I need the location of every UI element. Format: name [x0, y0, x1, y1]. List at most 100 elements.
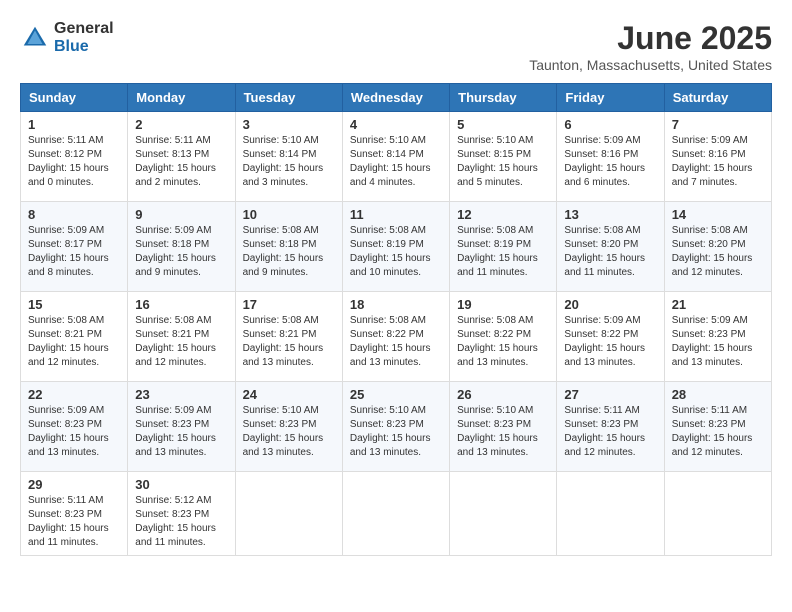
- day-number: 1: [28, 117, 120, 132]
- calendar-cell: 17 Sunrise: 5:08 AM Sunset: 8:21 PM Dayl…: [235, 292, 342, 382]
- day-number: 17: [243, 297, 335, 312]
- day-number: 6: [564, 117, 656, 132]
- day-info: Sunrise: 5:08 AM Sunset: 8:22 PM Dayligh…: [457, 314, 549, 370]
- day-info: Sunrise: 5:11 AM Sunset: 8:23 PM Dayligh…: [672, 404, 764, 460]
- day-info: Sunrise: 5:11 AM Sunset: 8:23 PM Dayligh…: [28, 494, 120, 550]
- day-number: 9: [135, 207, 227, 222]
- logo: General Blue: [20, 20, 114, 55]
- day-number: 4: [350, 117, 442, 132]
- calendar-cell: 16 Sunrise: 5:08 AM Sunset: 8:21 PM Dayl…: [128, 292, 235, 382]
- day-info: Sunrise: 5:08 AM Sunset: 8:18 PM Dayligh…: [243, 224, 335, 280]
- day-number: 20: [564, 297, 656, 312]
- day-info: Sunrise: 5:11 AM Sunset: 8:12 PM Dayligh…: [28, 134, 120, 190]
- calendar-cell: 6 Sunrise: 5:09 AM Sunset: 8:16 PM Dayli…: [557, 112, 664, 202]
- day-number: 29: [28, 477, 120, 492]
- calendar-cell: 1 Sunrise: 5:11 AM Sunset: 8:12 PM Dayli…: [21, 112, 128, 202]
- day-info: Sunrise: 5:09 AM Sunset: 8:16 PM Dayligh…: [672, 134, 764, 190]
- day-info: Sunrise: 5:09 AM Sunset: 8:23 PM Dayligh…: [28, 404, 120, 460]
- calendar-cell: 23 Sunrise: 5:09 AM Sunset: 8:23 PM Dayl…: [128, 382, 235, 472]
- day-number: 8: [28, 207, 120, 222]
- day-info: Sunrise: 5:08 AM Sunset: 8:21 PM Dayligh…: [28, 314, 120, 370]
- calendar-cell: 19 Sunrise: 5:08 AM Sunset: 8:22 PM Dayl…: [450, 292, 557, 382]
- day-number: 18: [350, 297, 442, 312]
- day-info: Sunrise: 5:08 AM Sunset: 8:19 PM Dayligh…: [350, 224, 442, 280]
- calendar-cell: [557, 472, 664, 556]
- day-info: Sunrise: 5:10 AM Sunset: 8:14 PM Dayligh…: [350, 134, 442, 190]
- calendar-cell: 13 Sunrise: 5:08 AM Sunset: 8:20 PM Dayl…: [557, 202, 664, 292]
- weekday-header-monday: Monday: [128, 84, 235, 112]
- day-number: 19: [457, 297, 549, 312]
- calendar-cell: [664, 472, 771, 556]
- calendar-cell: 14 Sunrise: 5:08 AM Sunset: 8:20 PM Dayl…: [664, 202, 771, 292]
- day-info: Sunrise: 5:10 AM Sunset: 8:15 PM Dayligh…: [457, 134, 549, 190]
- page-container: General Blue June 2025 Taunton, Massachu…: [20, 20, 772, 556]
- weekday-header-wednesday: Wednesday: [342, 84, 449, 112]
- day-info: Sunrise: 5:08 AM Sunset: 8:19 PM Dayligh…: [457, 224, 549, 280]
- day-info: Sunrise: 5:10 AM Sunset: 8:23 PM Dayligh…: [350, 404, 442, 460]
- month-title: June 2025: [529, 20, 772, 57]
- calendar-cell: 7 Sunrise: 5:09 AM Sunset: 8:16 PM Dayli…: [664, 112, 771, 202]
- calendar-table: SundayMondayTuesdayWednesdayThursdayFrid…: [20, 83, 772, 556]
- calendar-week-row: 1 Sunrise: 5:11 AM Sunset: 8:12 PM Dayli…: [21, 112, 772, 202]
- day-info: Sunrise: 5:08 AM Sunset: 8:20 PM Dayligh…: [672, 224, 764, 280]
- day-info: Sunrise: 5:10 AM Sunset: 8:14 PM Dayligh…: [243, 134, 335, 190]
- calendar-cell: 5 Sunrise: 5:10 AM Sunset: 8:15 PM Dayli…: [450, 112, 557, 202]
- calendar-cell: [235, 472, 342, 556]
- day-info: Sunrise: 5:09 AM Sunset: 8:18 PM Dayligh…: [135, 224, 227, 280]
- day-info: Sunrise: 5:08 AM Sunset: 8:21 PM Dayligh…: [135, 314, 227, 370]
- day-number: 21: [672, 297, 764, 312]
- weekday-header-friday: Friday: [557, 84, 664, 112]
- day-number: 14: [672, 207, 764, 222]
- day-number: 3: [243, 117, 335, 132]
- day-number: 2: [135, 117, 227, 132]
- day-number: 30: [135, 477, 227, 492]
- weekday-header-sunday: Sunday: [21, 84, 128, 112]
- day-info: Sunrise: 5:12 AM Sunset: 8:23 PM Dayligh…: [135, 494, 227, 550]
- calendar-cell: 22 Sunrise: 5:09 AM Sunset: 8:23 PM Dayl…: [21, 382, 128, 472]
- day-number: 12: [457, 207, 549, 222]
- calendar-cell: 18 Sunrise: 5:08 AM Sunset: 8:22 PM Dayl…: [342, 292, 449, 382]
- calendar-cell: 28 Sunrise: 5:11 AM Sunset: 8:23 PM Dayl…: [664, 382, 771, 472]
- day-info: Sunrise: 5:11 AM Sunset: 8:23 PM Dayligh…: [564, 404, 656, 460]
- calendar-cell: 26 Sunrise: 5:10 AM Sunset: 8:23 PM Dayl…: [450, 382, 557, 472]
- calendar-week-row: 22 Sunrise: 5:09 AM Sunset: 8:23 PM Dayl…: [21, 382, 772, 472]
- calendar-cell: [450, 472, 557, 556]
- calendar-cell: 25 Sunrise: 5:10 AM Sunset: 8:23 PM Dayl…: [342, 382, 449, 472]
- day-number: 23: [135, 387, 227, 402]
- calendar-cell: 15 Sunrise: 5:08 AM Sunset: 8:21 PM Dayl…: [21, 292, 128, 382]
- day-number: 26: [457, 387, 549, 402]
- calendar-week-row: 29 Sunrise: 5:11 AM Sunset: 8:23 PM Dayl…: [21, 472, 772, 556]
- day-number: 25: [350, 387, 442, 402]
- calendar-cell: 10 Sunrise: 5:08 AM Sunset: 8:18 PM Dayl…: [235, 202, 342, 292]
- calendar-week-row: 15 Sunrise: 5:08 AM Sunset: 8:21 PM Dayl…: [21, 292, 772, 382]
- calendar-cell: 20 Sunrise: 5:09 AM Sunset: 8:22 PM Dayl…: [557, 292, 664, 382]
- day-number: 27: [564, 387, 656, 402]
- calendar-cell: 12 Sunrise: 5:08 AM Sunset: 8:19 PM Dayl…: [450, 202, 557, 292]
- calendar-cell: 27 Sunrise: 5:11 AM Sunset: 8:23 PM Dayl…: [557, 382, 664, 472]
- day-info: Sunrise: 5:09 AM Sunset: 8:23 PM Dayligh…: [135, 404, 227, 460]
- day-number: 10: [243, 207, 335, 222]
- day-info: Sunrise: 5:09 AM Sunset: 8:17 PM Dayligh…: [28, 224, 120, 280]
- calendar-cell: 3 Sunrise: 5:10 AM Sunset: 8:14 PM Dayli…: [235, 112, 342, 202]
- day-info: Sunrise: 5:09 AM Sunset: 8:23 PM Dayligh…: [672, 314, 764, 370]
- day-info: Sunrise: 5:08 AM Sunset: 8:21 PM Dayligh…: [243, 314, 335, 370]
- calendar-cell: 21 Sunrise: 5:09 AM Sunset: 8:23 PM Dayl…: [664, 292, 771, 382]
- day-info: Sunrise: 5:08 AM Sunset: 8:20 PM Dayligh…: [564, 224, 656, 280]
- calendar-week-row: 8 Sunrise: 5:09 AM Sunset: 8:17 PM Dayli…: [21, 202, 772, 292]
- day-number: 11: [350, 207, 442, 222]
- calendar-header-row: SundayMondayTuesdayWednesdayThursdayFrid…: [21, 84, 772, 112]
- day-number: 16: [135, 297, 227, 312]
- day-number: 5: [457, 117, 549, 132]
- logo-text: General Blue: [54, 20, 114, 55]
- day-info: Sunrise: 5:09 AM Sunset: 8:22 PM Dayligh…: [564, 314, 656, 370]
- day-number: 22: [28, 387, 120, 402]
- calendar-cell: 24 Sunrise: 5:10 AM Sunset: 8:23 PM Dayl…: [235, 382, 342, 472]
- location-title: Taunton, Massachusetts, United States: [529, 57, 772, 73]
- calendar-cell: 9 Sunrise: 5:09 AM Sunset: 8:18 PM Dayli…: [128, 202, 235, 292]
- day-info: Sunrise: 5:11 AM Sunset: 8:13 PM Dayligh…: [135, 134, 227, 190]
- header: General Blue June 2025 Taunton, Massachu…: [20, 20, 772, 73]
- calendar-cell: 2 Sunrise: 5:11 AM Sunset: 8:13 PM Dayli…: [128, 112, 235, 202]
- calendar-cell: 29 Sunrise: 5:11 AM Sunset: 8:23 PM Dayl…: [21, 472, 128, 556]
- day-number: 7: [672, 117, 764, 132]
- logo-blue-text: Blue: [54, 38, 114, 56]
